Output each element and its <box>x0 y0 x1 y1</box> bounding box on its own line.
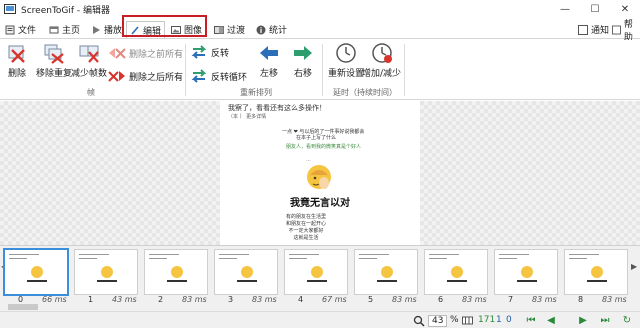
arrow-left-icon <box>260 46 278 60</box>
tab-label: 播放 <box>104 26 123 36</box>
frame-thumbnail[interactable] <box>74 249 138 295</box>
tab-file[interactable]: 文件 <box>2 21 39 38</box>
first-frame-button[interactable]: ⏮ <box>524 314 538 327</box>
frame-thumbnail[interactable] <box>564 249 628 295</box>
status-bar: 43 % 171 1 0 ⏮ ◀ ▶ ⏭ ↻ <box>0 311 640 328</box>
help-label: 帮助 <box>623 19 633 43</box>
tab-statistics[interactable]: 统计 <box>253 21 290 38</box>
maximize-button[interactable]: ☐ <box>580 0 610 18</box>
delete-next-icon <box>108 71 125 82</box>
next-frame-icon[interactable]: ▶ <box>576 314 590 327</box>
frame-canvas: 我察了，看看还有这么多操作！ （本 ） 更多详情 一点 ❤ 与以后的了一件事好说… <box>0 101 640 245</box>
file-icon <box>5 25 15 34</box>
help-icon <box>612 25 621 34</box>
facepalm-emoji-icon <box>307 165 331 189</box>
ribbon-divider <box>404 44 405 96</box>
frame-list: ◀ ▶ 0 66 ms 1 43 ms 2 83 ms 3 83 ms 4 67… <box>0 245 640 304</box>
move-left-button[interactable]: 左移 <box>258 42 280 79</box>
tab-transitions[interactable]: 过渡 <box>211 21 248 38</box>
help-button[interactable]: 帮助 <box>612 20 640 43</box>
reverse-button[interactable]: 反转 <box>190 44 229 60</box>
tab-play[interactable]: 播放 <box>88 21 125 38</box>
remove-duplicates-icon <box>44 44 64 64</box>
last-frame-button[interactable]: ⏭ <box>598 314 612 327</box>
ribbon-divider <box>322 44 323 96</box>
frame-text: 我察了，看看还有这么多操作！ <box>228 104 326 112</box>
reverse-icon <box>191 45 207 59</box>
frame-thumbnail[interactable] <box>4 249 68 295</box>
tab-label: 主页 <box>62 26 81 36</box>
yoyo-icon <box>191 69 207 83</box>
highlight-annotation <box>122 15 207 37</box>
delete-button[interactable]: 删除 <box>6 42 28 79</box>
current-frame-preview: 我察了，看看还有这么多操作！ （本 ） 更多详情 一点 ❤ 与以后的了一件事好说… <box>220 101 420 245</box>
title-bar: ScreenToGif - 编辑器 — ☐ ✕ <box>0 0 640 18</box>
info-icon <box>256 25 266 34</box>
zoom-percent: % <box>450 315 459 325</box>
ribbon-panel: 删除 移除重复 减少帧数 删除之前所有 删除之后所有 帧 反转 反转循环 左移 … <box>0 40 640 100</box>
checkbox-icon <box>578 24 588 35</box>
frame-text: （本 ） 更多详情 <box>228 114 267 120</box>
frame-text: 有的朋友在生活里 和朋友在一起开心 不一定大家都好 这就是生活 <box>286 214 327 241</box>
override-delay-button[interactable]: 重新设置 <box>328 42 364 79</box>
yoyo-button[interactable]: 反转循环 <box>190 68 247 84</box>
frame-thumbnail[interactable] <box>424 249 488 295</box>
zoom-icon <box>413 315 425 327</box>
group-frames-label: 帧 <box>87 88 95 97</box>
close-button[interactable]: ✕ <box>610 0 640 18</box>
loop-icon[interactable]: ↻ <box>620 314 634 327</box>
group-reorder-label: 重新排列 <box>240 88 272 97</box>
play-icon <box>93 25 100 34</box>
transition-icon <box>214 25 224 34</box>
tab-label: 过渡 <box>227 26 246 36</box>
frame-big-text: 我竟无言以对 <box>290 198 350 209</box>
notify-button[interactable]: 通知 <box>578 21 609 38</box>
delete-previous-button[interactable]: 删除之前所有 <box>108 45 183 61</box>
frame-thumbnail[interactable] <box>494 249 558 295</box>
zoom-input[interactable]: 43 <box>428 315 448 327</box>
clock-icon <box>336 43 356 63</box>
reduce-frames-button[interactable]: 减少帧数 <box>71 42 107 79</box>
previous-frame-icon[interactable]: ◀ <box>544 314 558 327</box>
frame-thumbnail[interactable] <box>214 249 278 295</box>
arrow-right-icon <box>294 46 312 60</box>
remove-duplicates-button[interactable]: 移除重复 <box>36 42 72 79</box>
scrollbar-thumb[interactable] <box>8 304 38 310</box>
notify-label: 通知 <box>591 26 610 36</box>
selected-count: 1 <box>496 315 502 325</box>
ribbon-divider <box>185 44 186 96</box>
delete-previous-icon <box>109 48 126 59</box>
filmstrip-right-icon: ▶ <box>631 262 638 271</box>
home-icon <box>49 26 59 33</box>
frame-text: 朋友人，看到我的微笑真是个好人 <box>286 144 362 150</box>
minimize-button[interactable]: — <box>550 0 580 18</box>
delete-next-button[interactable]: 删除之后所有 <box>108 68 183 84</box>
app-icon <box>4 4 16 14</box>
window-title: ScreenToGif - 编辑器 <box>21 5 111 16</box>
frame-thumbnail[interactable] <box>144 249 208 295</box>
ribbon-tabs: 文件 主页 播放 编辑 图像 过渡 统计 通知 帮助 <box>0 19 640 43</box>
frame-count: 171 <box>478 315 496 325</box>
tab-label: 统计 <box>269 26 288 36</box>
frame-text: 在本子上写了什么 <box>296 135 337 141</box>
increase-delay-button[interactable]: 增加/减少 <box>362 42 401 79</box>
clock-adjust-icon <box>371 43 392 63</box>
filmstrip-scrollbar[interactable] <box>0 303 640 311</box>
move-right-button[interactable]: 右移 <box>292 42 314 79</box>
delete-frames-icon <box>8 45 25 63</box>
frames-icon <box>462 316 473 325</box>
tab-home[interactable]: 主页 <box>46 21 83 38</box>
current-frame: 0 <box>506 315 512 325</box>
frame-thumbnail[interactable] <box>354 249 418 295</box>
group-delay-label: 延时（持续时间） <box>333 88 397 97</box>
frame-thumbnail[interactable] <box>284 249 348 295</box>
reduce-frames-icon <box>79 45 99 63</box>
tab-label: 文件 <box>18 26 37 36</box>
